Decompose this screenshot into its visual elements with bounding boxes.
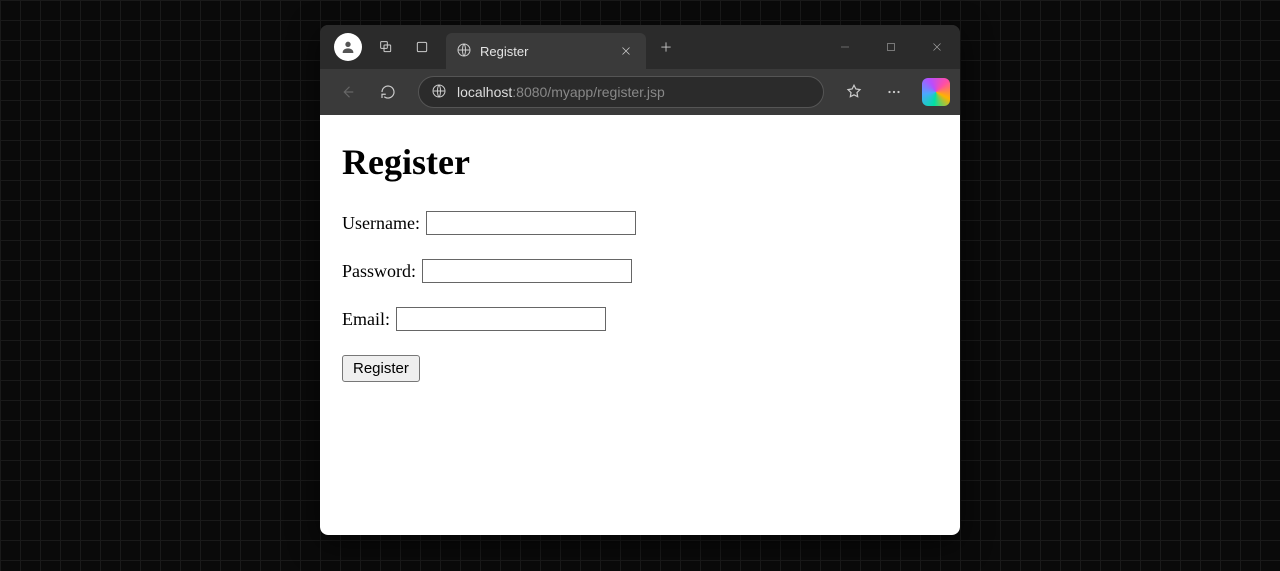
- new-tab-button[interactable]: [650, 31, 682, 63]
- refresh-button[interactable]: [370, 74, 406, 110]
- arrow-left-icon: [339, 83, 357, 101]
- email-input[interactable]: [396, 307, 606, 331]
- titlebar: Register: [320, 25, 960, 69]
- square-icon: [414, 39, 430, 55]
- page-content: Register Username: Password: Email: Regi…: [320, 115, 960, 535]
- username-row: Username:: [342, 211, 938, 235]
- browser-window: Register: [320, 25, 960, 535]
- url-text: localhost:8080/myapp/register.jsp: [457, 84, 665, 100]
- close-icon: [620, 45, 632, 57]
- active-tab[interactable]: Register: [446, 33, 646, 69]
- profile-button[interactable]: [334, 33, 362, 61]
- more-icon: [885, 83, 903, 101]
- refresh-icon: [379, 83, 397, 101]
- minimize-button[interactable]: [822, 25, 868, 69]
- url-path: :8080/myapp/register.jsp: [512, 84, 665, 100]
- email-row: Email:: [342, 307, 938, 331]
- copilot-button[interactable]: [922, 78, 950, 106]
- address-bar[interactable]: localhost:8080/myapp/register.jsp: [418, 76, 824, 108]
- minimize-icon: [839, 41, 851, 53]
- workspaces-icon: [378, 39, 394, 55]
- email-label: Email:: [342, 309, 390, 330]
- more-button[interactable]: [876, 74, 912, 110]
- globe-icon: [431, 83, 447, 102]
- close-icon: [931, 41, 943, 53]
- password-input[interactable]: [422, 259, 632, 283]
- star-plus-icon: [845, 83, 863, 101]
- person-icon: [340, 39, 356, 55]
- favorites-button[interactable]: [836, 74, 872, 110]
- tab-actions-button[interactable]: [404, 29, 440, 65]
- window-controls: [822, 25, 960, 69]
- workspaces-button[interactable]: [368, 29, 404, 65]
- toolbar: localhost:8080/myapp/register.jsp: [320, 69, 960, 115]
- url-host: localhost: [457, 84, 512, 100]
- username-input[interactable]: [426, 211, 636, 235]
- globe-icon: [456, 42, 472, 61]
- close-window-button[interactable]: [914, 25, 960, 69]
- maximize-button[interactable]: [868, 25, 914, 69]
- close-tab-button[interactable]: [616, 41, 636, 61]
- back-button[interactable]: [330, 74, 366, 110]
- username-label: Username:: [342, 213, 420, 234]
- password-row: Password:: [342, 259, 938, 283]
- tab-title: Register: [480, 44, 528, 59]
- plus-icon: [659, 40, 673, 54]
- register-button[interactable]: Register: [342, 355, 420, 382]
- maximize-icon: [885, 41, 897, 53]
- password-label: Password:: [342, 261, 416, 282]
- page-heading: Register: [342, 141, 938, 183]
